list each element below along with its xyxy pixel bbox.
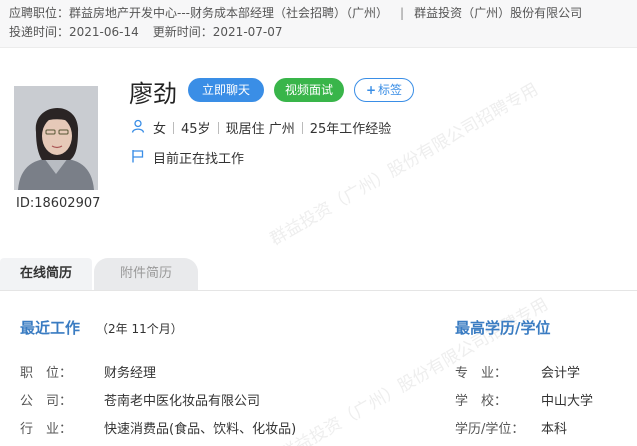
tab-attachment-resume[interactable]: 附件简历 [94, 258, 198, 290]
work-company-value: 苍南老中医化妆品有限公司 [104, 394, 261, 409]
company-name: 群益投资（广州）股份有限公司 [414, 6, 583, 20]
work-company-label: 公 司： [20, 394, 73, 409]
work-position-value: 财务经理 [104, 366, 157, 381]
recent-work-duration: （2年 11个月） [96, 322, 183, 336]
tab-online-resume[interactable]: 在线简历 [0, 258, 92, 290]
chat-now-button[interactable]: 立即聊天 [188, 78, 264, 102]
edu-degree-value: 本科 [541, 422, 568, 437]
gender: 女 [153, 122, 167, 137]
work-industry-value: 快速消费品(食品、饮料、化妆品) [104, 422, 297, 437]
tag-label: 标签 [378, 83, 403, 97]
job-status: 目前正在找工作 [131, 148, 244, 167]
updated-value: 2021-07-07 [212, 25, 283, 39]
edu-school-label: 学 校： [455, 394, 508, 409]
position-label: 应聘职位： [9, 6, 70, 20]
application-row: 应聘职位：群益房地产开发中心---财务成本部经理（社会招聘）（广州） | 群益投资（… [9, 4, 582, 21]
work-position-label: 职 位： [20, 366, 73, 381]
age: 45岁 [181, 122, 211, 137]
plus-icon: + [365, 83, 377, 97]
time-row: 投递时间：2021-06-14 更新时间：2021-07-07 [9, 23, 283, 40]
separator: | [400, 6, 405, 20]
candidate-name: 廖劲 [129, 80, 177, 108]
add-tag-button[interactable]: + 标签 [354, 78, 414, 102]
tabs-divider [0, 290, 637, 291]
job-status-text: 目前正在找工作 [153, 152, 245, 167]
delivered-value: 2021-06-14 [69, 25, 139, 39]
avatar-photo [14, 86, 98, 190]
application-info-bar: 应聘职位：群益房地产开发中心---财务成本部经理（社会招聘）（广州） | 群益投资（… [0, 0, 637, 48]
edu-major-value: 会计学 [541, 366, 581, 381]
recent-work-title: 最近工作 [20, 319, 81, 337]
experience: 25年工作经验 [309, 122, 392, 137]
candidate-id: ID:18602907 [16, 196, 101, 211]
position-value: 群益房地产开发中心---财务成本部经理（社会招聘）（广州） [69, 6, 389, 20]
work-industry-label: 行 业： [20, 422, 73, 437]
education-title: 最高学历/学位 [455, 319, 551, 337]
updated-label: 更新时间： [152, 25, 213, 39]
edu-degree-label: 学历/学位： [455, 422, 525, 437]
basic-info: 女 45岁 现居住 广州 25年工作经验 [131, 118, 391, 137]
video-interview-button[interactable]: 视频面试 [274, 78, 344, 102]
avatar [14, 86, 98, 190]
edu-major-label: 专 业： [455, 366, 508, 381]
residence: 现居住 广州 [225, 122, 295, 137]
flag-icon [131, 149, 145, 167]
person-icon [131, 119, 145, 137]
edu-school-value: 中山大学 [541, 394, 594, 409]
delivered-label: 投递时间： [9, 25, 70, 39]
